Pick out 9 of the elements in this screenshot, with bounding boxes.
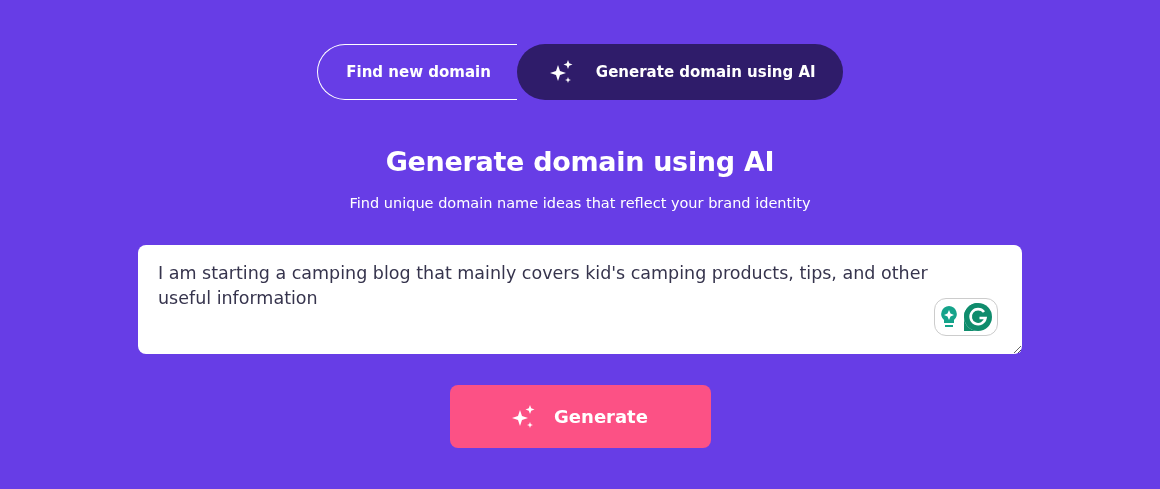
description-field[interactable]: I am starting a camping blog that mainly covers kid's camping products, tips, and other useful information (138, 245, 1022, 354)
page-title: Generate domain using AI (385, 146, 775, 177)
grammar-checker-icon (963, 302, 993, 332)
sparkle-icon (549, 60, 574, 84)
writing-assistant-widget[interactable] (934, 298, 998, 336)
lightbulb-icon (939, 305, 959, 329)
tab[interactable]: Generate domain using AI (516, 44, 843, 100)
page-subtitle: Find unique domain name ideas that reflect your brand identity (349, 195, 811, 211)
sparkle-icon (512, 404, 537, 429)
